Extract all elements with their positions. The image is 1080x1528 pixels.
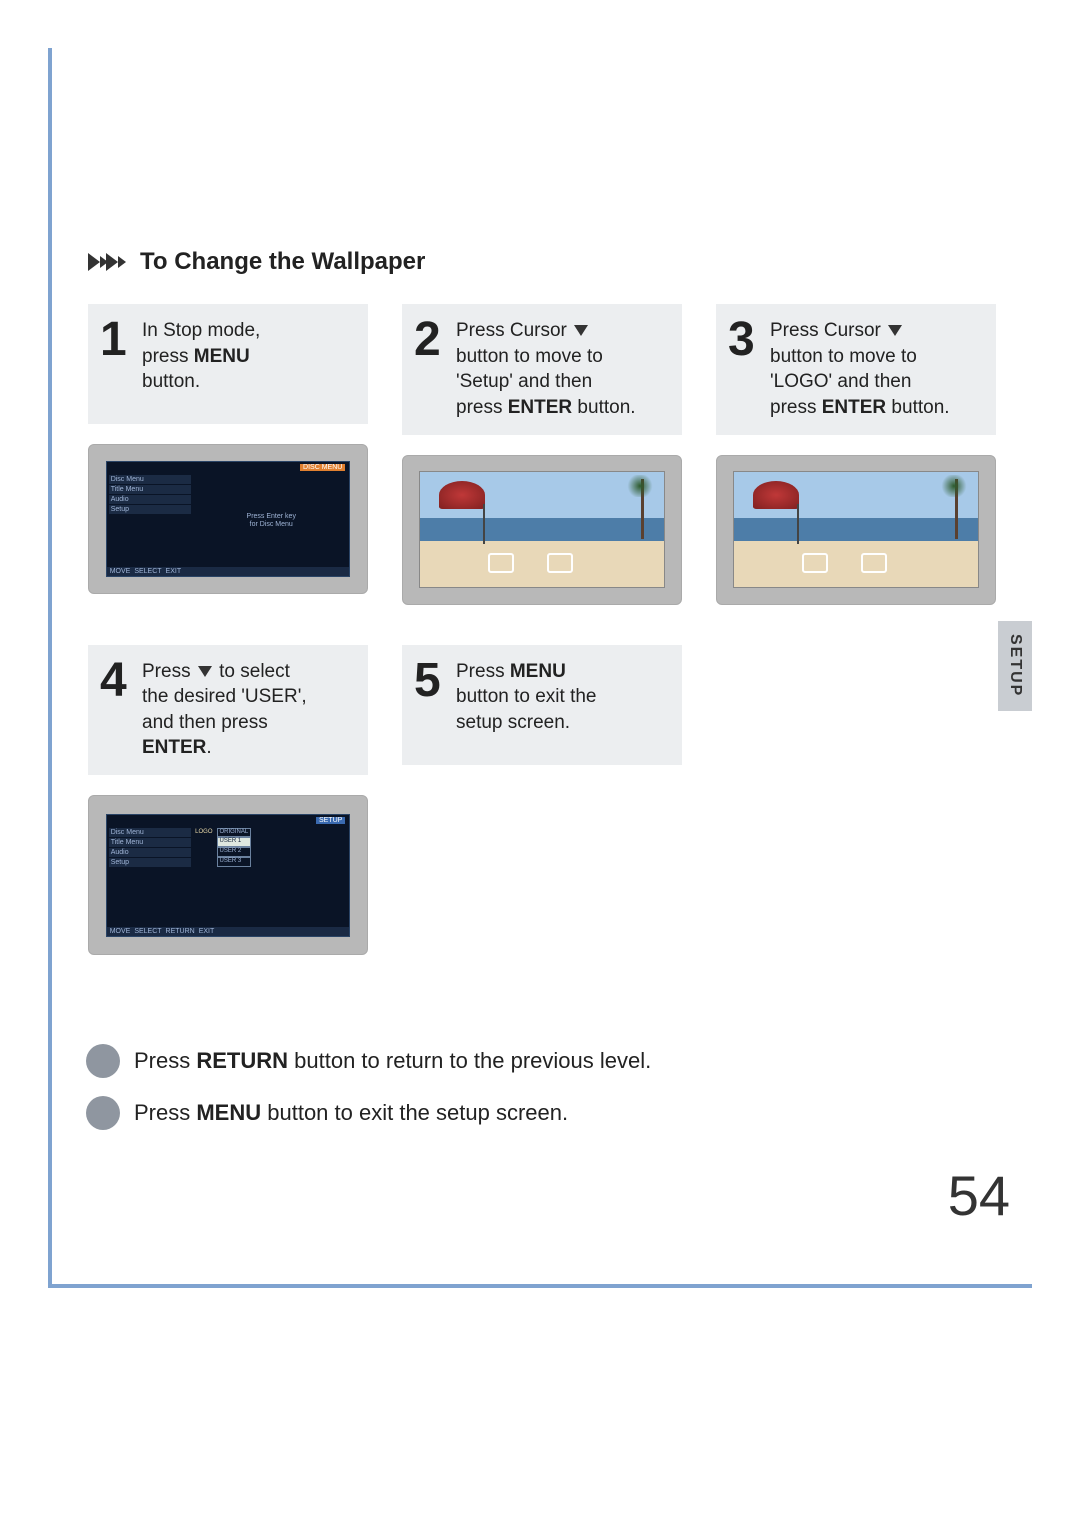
step-3-text: 3 Press Cursor button to move to 'LOGO' … (716, 304, 996, 435)
manual-page: To Change the Wallpaper 1 In Stop mode, … (0, 0, 1080, 1528)
bullet-icon (86, 1096, 120, 1130)
step-4: 4 Press to select the desired 'USER', an… (88, 645, 368, 956)
screen-footer: MOVE SELECT EXIT (107, 567, 350, 576)
step-1-screenshot: DISC MENU Disc Menu Title Menu Audio Set… (88, 444, 368, 594)
beach-wallpaper-preview (419, 471, 666, 588)
step-number: 4 (100, 659, 134, 702)
steps-row-2: 4 Press to select the desired 'USER', an… (88, 645, 996, 956)
cursor-down-icon (198, 666, 212, 677)
chevron-group-icon (88, 253, 124, 271)
note-text: Press RETURN button to return to the pre… (134, 1048, 651, 1074)
sidebar-item: Audio (109, 495, 191, 504)
beach-wallpaper-preview (733, 471, 980, 588)
cursor-down-icon (888, 325, 902, 336)
step-number: 2 (414, 318, 448, 361)
tv-screen-disc-menu: DISC MENU Disc Menu Title Menu Audio Set… (106, 461, 351, 576)
screen-tag: SETUP (316, 817, 345, 824)
sidebar-item: Disc Menu (109, 475, 191, 484)
step-number: 1 (100, 318, 134, 361)
step-3-screenshot (716, 455, 996, 605)
step-1-text: 1 In Stop mode, press MENU button. (88, 304, 368, 424)
cursor-down-icon (574, 325, 588, 336)
option-item: ORIGINAL (217, 828, 252, 838)
sidebar-item: Disc Menu (109, 828, 191, 837)
step-3: 3 Press Cursor button to move to 'LOGO' … (716, 304, 996, 605)
screen-sidebar: Disc Menu Title Menu Audio Setup (107, 473, 193, 566)
step-description: Press to select the desired 'USER', and … (142, 659, 307, 762)
logo-label: LOGO (195, 828, 212, 835)
screen-main: Press Enter key for Disc Menu (193, 473, 349, 566)
step-number: 5 (414, 659, 448, 702)
steps-row-1: 1 In Stop mode, press MENU button. DISC … (88, 304, 996, 605)
bullet-icon (86, 1044, 120, 1078)
section-title: To Change the Wallpaper (140, 248, 425, 276)
step-2-screenshot (402, 455, 682, 605)
step-number: 3 (728, 318, 762, 361)
footer-notes: Press RETURN button to return to the pre… (86, 1026, 1000, 1148)
step-5-text: 5 Press MENU button to exit the setup sc… (402, 645, 682, 765)
sidebar-item: Setup (109, 858, 191, 867)
screen-footer: MOVE SELECT RETURN EXIT (107, 927, 350, 936)
step-description: Press MENU button to exit the setup scre… (456, 659, 597, 736)
side-tab-label: SETUP (1006, 634, 1024, 697)
step-description: Press Cursor button to move to 'Setup' a… (456, 318, 636, 421)
step-4-screenshot: SETUP Disc Menu Title Menu Audio Setup L… (88, 795, 368, 955)
sidebar-item: Title Menu (109, 485, 191, 494)
screen-sidebar: Disc Menu Title Menu Audio Setup (107, 826, 193, 927)
note-text: Press MENU button to exit the setup scre… (134, 1100, 568, 1126)
option-item: USER 3 (217, 857, 252, 867)
tv-screen-setup: SETUP Disc Menu Title Menu Audio Setup L… (106, 814, 351, 937)
step-4-text: 4 Press to select the desired 'USER', an… (88, 645, 368, 776)
setup-side-tab: SETUP (998, 621, 1032, 711)
screen-main: LOGO ORIGINAL USER 1 USER 2 USER 3 (193, 826, 349, 927)
step-description: Press Cursor button to move to 'LOGO' an… (770, 318, 950, 421)
page-number: 54 (948, 1163, 1010, 1228)
sidebar-item: Setup (109, 505, 191, 514)
step-2: 2 Press Cursor button to move to 'Setup'… (402, 304, 682, 605)
step-5: 5 Press MENU button to exit the setup sc… (402, 645, 682, 956)
section-header: To Change the Wallpaper (88, 248, 996, 276)
option-item-selected: USER 1 (217, 837, 252, 847)
option-list: ORIGINAL USER 1 USER 2 USER 3 (217, 828, 252, 867)
note-menu: Press MENU button to exit the setup scre… (86, 1096, 1000, 1130)
note-return: Press RETURN button to return to the pre… (86, 1044, 1000, 1078)
step-spacer (716, 645, 996, 956)
step-1: 1 In Stop mode, press MENU button. DISC … (88, 304, 368, 605)
option-item: USER 2 (217, 847, 252, 857)
screen-tag: DISC MENU (300, 464, 345, 471)
sidebar-item: Title Menu (109, 838, 191, 847)
step-2-text: 2 Press Cursor button to move to 'Setup'… (402, 304, 682, 435)
step-description: In Stop mode, press MENU button. (142, 318, 260, 395)
sidebar-item: Audio (109, 848, 191, 857)
